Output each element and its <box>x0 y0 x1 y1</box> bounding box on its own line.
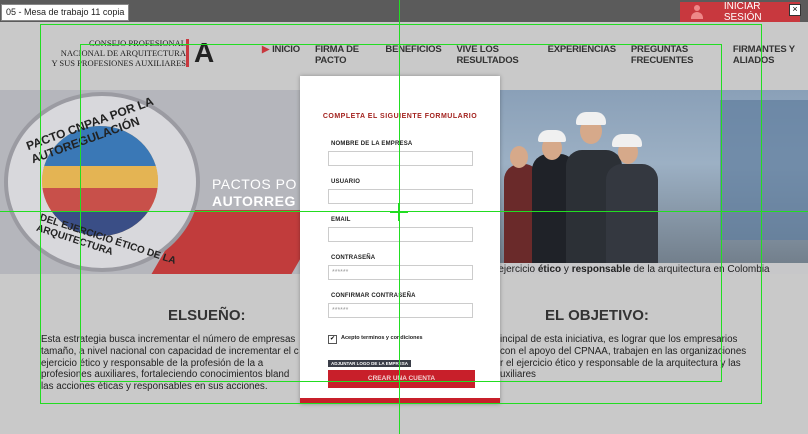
login-button[interactable]: INICIAR SESIÓN <box>680 1 800 23</box>
center-crosshair <box>398 203 400 221</box>
artboard: 05 - Mesa de trabajo 11 copia × INICIAR … <box>0 0 808 434</box>
user-icon <box>690 5 704 19</box>
artboard-label: 05 - Mesa de trabajo 11 copia <box>1 4 130 21</box>
guide-frame <box>80 44 722 382</box>
close-icon[interactable]: × <box>789 4 801 16</box>
